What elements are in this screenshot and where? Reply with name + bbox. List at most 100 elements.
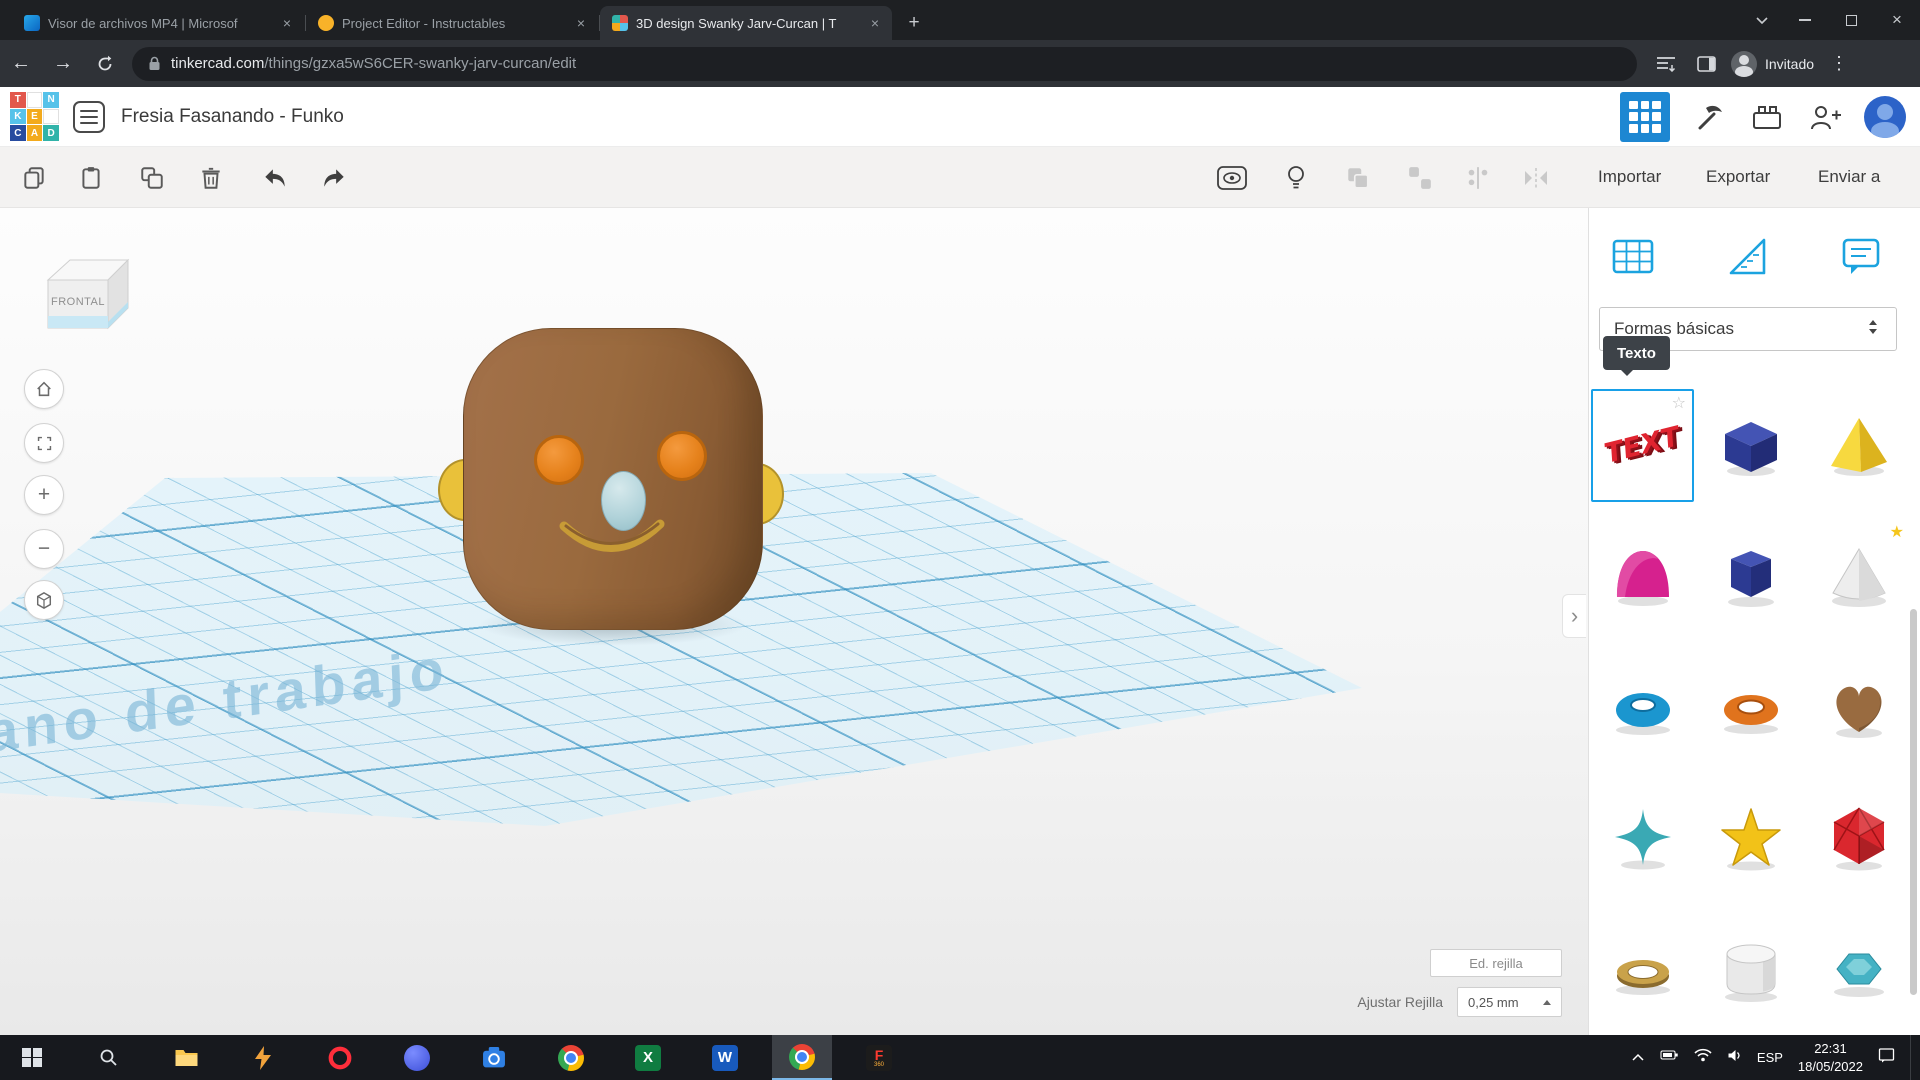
- taskbar-app-camera[interactable]: [464, 1035, 524, 1080]
- favorite-star-outline-icon[interactable]: ☆: [1672, 393, 1686, 412]
- funko-mouth[interactable]: [556, 518, 668, 570]
- shape-tile-icosahedron[interactable]: [1807, 782, 1910, 895]
- shape-tile-polygon[interactable]: [1699, 520, 1802, 633]
- panel-scrollbar[interactable]: [1910, 609, 1917, 995]
- shape-tile-pyramid[interactable]: [1807, 389, 1910, 502]
- browser-menu-icon[interactable]: ⋮: [1824, 53, 1854, 74]
- battery-icon[interactable]: [1660, 1048, 1679, 1067]
- minecraft-pickaxe-icon[interactable]: [1690, 98, 1728, 136]
- shape-tile-cone[interactable]: ★: [1807, 520, 1910, 633]
- design-menu-icon[interactable]: [73, 101, 105, 133]
- shape-tile-four-point-star[interactable]: [1591, 782, 1694, 895]
- funko-eye-right[interactable]: [657, 431, 707, 481]
- taskbar-excel[interactable]: X: [618, 1035, 678, 1080]
- taskbar-word[interactable]: W: [695, 1035, 755, 1080]
- window-close-button[interactable]: ×: [1874, 0, 1920, 40]
- start-button[interactable]: [2, 1035, 62, 1080]
- browser-tab-2[interactable]: Project Editor - Instructables ×: [306, 6, 598, 40]
- perspective-toggle-button[interactable]: [24, 580, 64, 620]
- light-bulb-button[interactable]: [1280, 162, 1312, 194]
- shape-tile-tube[interactable]: [1699, 651, 1802, 764]
- user-avatar[interactable]: [1864, 96, 1906, 138]
- send-to-button[interactable]: Enviar a: [1818, 167, 1880, 187]
- export-button[interactable]: Exportar: [1706, 167, 1770, 187]
- browser-profile-chip[interactable]: Invitado: [1731, 51, 1814, 77]
- volume-icon[interactable]: [1727, 1048, 1742, 1068]
- show-all-button[interactable]: [1216, 162, 1248, 194]
- back-button[interactable]: ←: [0, 43, 42, 85]
- undo-button[interactable]: [259, 162, 291, 194]
- shape-tile-gem[interactable]: [1807, 913, 1910, 1026]
- funko-eye-left[interactable]: [534, 435, 584, 485]
- favorite-star-filled-icon[interactable]: ★: [1890, 522, 1904, 541]
- workplane-grid[interactable]: [0, 208, 1588, 1035]
- wifi-icon[interactable]: [1694, 1048, 1712, 1067]
- tab2-close-icon[interactable]: ×: [572, 14, 590, 32]
- home-view-button[interactable]: [24, 369, 64, 409]
- browser-tab-1[interactable]: Visor de archivos MP4 | Microsof ×: [12, 6, 304, 40]
- taskbar-file-explorer[interactable]: [156, 1035, 216, 1080]
- paste-button[interactable]: [75, 162, 107, 194]
- taskbar-search-button[interactable]: [79, 1035, 139, 1080]
- shape-tile-star[interactable]: [1699, 782, 1802, 895]
- snap-grid-select[interactable]: 0,25 mm: [1457, 987, 1562, 1017]
- taskbar-app-bolt[interactable]: [233, 1035, 293, 1080]
- taskbar-app-f360[interactable]: F360: [849, 1035, 909, 1080]
- taskbar-chrome-1[interactable]: [541, 1035, 601, 1080]
- show-desktop-peek[interactable]: [1910, 1035, 1914, 1080]
- taskbar-app-opera[interactable]: [310, 1035, 370, 1080]
- mirror-button-disabled[interactable]: [1520, 162, 1552, 194]
- ungroup-button-disabled[interactable]: [1404, 162, 1436, 194]
- redo-button[interactable]: [318, 162, 350, 194]
- view-cube[interactable]: FRONTAL: [36, 246, 132, 342]
- bricks-icon[interactable]: [1748, 98, 1786, 136]
- workplane-tool-icon[interactable]: [1607, 230, 1659, 282]
- shape-tile-ring[interactable]: [1591, 913, 1694, 1026]
- duplicate-button[interactable]: [136, 162, 168, 194]
- import-button[interactable]: Importar: [1598, 167, 1661, 187]
- tab-search-chevron-icon[interactable]: [1742, 0, 1782, 40]
- taskbar-app-blue[interactable]: [387, 1035, 447, 1080]
- forward-button[interactable]: →: [42, 43, 84, 85]
- browser-tab-3-active[interactable]: 3D design Swanky Jarv-Curcan | T ×: [600, 6, 892, 40]
- action-center-icon[interactable]: [1878, 1047, 1895, 1068]
- taskbar-chrome-2-active[interactable]: [772, 1035, 832, 1080]
- zoom-in-button[interactable]: +: [24, 475, 64, 515]
- align-button-disabled[interactable]: [1462, 162, 1494, 194]
- tinkercad-logo[interactable]: T I N K E R C A D: [10, 92, 59, 141]
- zoom-out-button[interactable]: −: [24, 529, 64, 569]
- design-title[interactable]: Fresia Fasanando - Funko: [121, 106, 344, 128]
- delete-button[interactable]: [195, 162, 227, 194]
- ruler-tool-icon[interactable]: [1721, 230, 1773, 282]
- viewport-3d-canvas[interactable]: ano de trabajo FRONTAL: [0, 208, 1588, 1035]
- dashboard-grid-button[interactable]: [1620, 92, 1670, 142]
- reload-button[interactable]: [84, 43, 126, 85]
- invite-person-icon[interactable]: [1806, 98, 1844, 136]
- language-indicator[interactable]: ESP: [1757, 1050, 1783, 1065]
- notes-tool-icon[interactable]: [1835, 230, 1887, 282]
- shape-tile-paraboloid[interactable]: [1591, 520, 1694, 633]
- panel-collapse-handle[interactable]: ›: [1562, 594, 1586, 638]
- tab1-close-icon[interactable]: ×: [278, 14, 296, 32]
- shape-tile-box[interactable]: [1699, 389, 1802, 502]
- reading-list-icon[interactable]: [1651, 49, 1681, 79]
- edit-grid-button[interactable]: Ed. rejilla: [1430, 949, 1562, 977]
- shape-tile-cylinder[interactable]: [1699, 913, 1802, 1026]
- url-omnibox[interactable]: tinkercad.com/things/gzxa5wS6CER-swanky-…: [132, 47, 1637, 81]
- new-tab-button[interactable]: +: [900, 9, 928, 37]
- group-button-disabled[interactable]: [1342, 162, 1374, 194]
- blue-round-app-icon: [404, 1045, 430, 1071]
- copy-button[interactable]: [18, 162, 50, 194]
- shape-tile-heart[interactable]: [1807, 651, 1910, 764]
- side-panel-icon[interactable]: [1691, 49, 1721, 79]
- shape-tile-torus[interactable]: [1591, 651, 1694, 764]
- taskbar-clock[interactable]: 22:31 18/05/2022: [1798, 1040, 1863, 1075]
- window-maximize-button[interactable]: [1828, 0, 1874, 40]
- category-sort-icon[interactable]: [1864, 317, 1882, 342]
- window-minimize-button[interactable]: [1782, 0, 1828, 40]
- tab3-close-icon[interactable]: ×: [866, 14, 884, 32]
- shape-tile-text[interactable]: ☆ TEXT: [1591, 389, 1694, 502]
- text-shape-icon: TEXT: [1604, 421, 1680, 471]
- fit-view-button[interactable]: [24, 423, 64, 463]
- tray-chevron-icon[interactable]: [1631, 1049, 1645, 1067]
